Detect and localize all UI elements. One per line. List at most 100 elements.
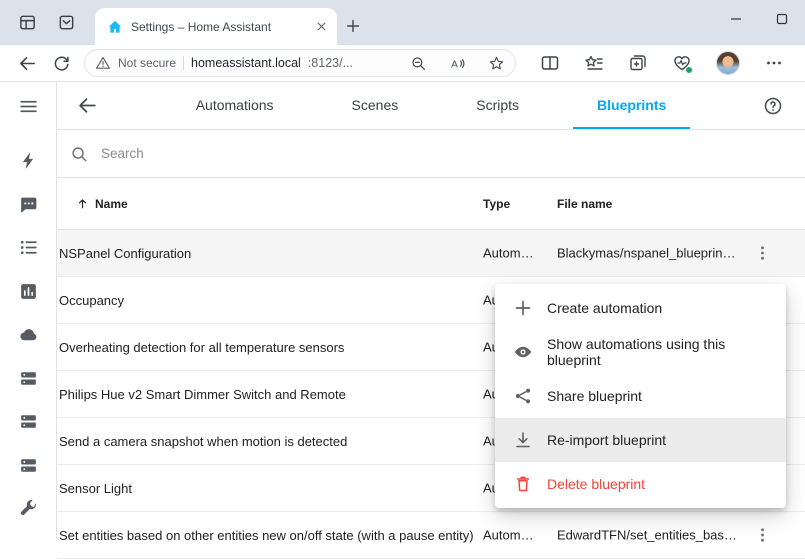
ha-back-icon[interactable] <box>77 95 98 116</box>
menu-item-create-automation[interactable]: Create automation <box>495 286 786 330</box>
table-header: Name Type File name <box>57 178 805 230</box>
sidebar-item-cloud[interactable] <box>18 313 39 357</box>
favorite-star-icon[interactable] <box>488 55 505 72</box>
security-label: Not secure <box>118 56 176 70</box>
sidebar-item-energy[interactable] <box>18 139 39 183</box>
chart-icon <box>18 281 39 302</box>
plus-icon <box>513 298 533 318</box>
row-type: Autom… <box>483 246 534 261</box>
download-icon <box>513 430 533 450</box>
row-file: Blackymas/nspanel_blueprin… <box>557 246 735 261</box>
wrench-icon <box>18 498 39 519</box>
help-icon[interactable] <box>763 96 783 116</box>
tab-automations[interactable]: Automations <box>172 82 298 129</box>
row-name: Send a camera snapshot when motion is de… <box>57 434 347 449</box>
row-overflow-menu-icon[interactable] <box>753 244 772 263</box>
row-type: Autom… <box>483 528 534 543</box>
menu-item-label: Re-import blueprint <box>547 432 666 448</box>
address-bar[interactable]: Not secure homeassistant.local:8123/... … <box>84 49 516 77</box>
tab-label: Blueprints <box>597 97 666 113</box>
menu-item-label: Show automations using this blueprint <box>547 336 774 368</box>
row-name: Set entities based on other entities new… <box>57 528 474 543</box>
window-controls <box>713 0 805 38</box>
table-row[interactable]: Set entities based on other entities new… <box>57 512 805 559</box>
menu-icon <box>18 96 39 117</box>
sidebar-item-developer-tools[interactable] <box>18 487 39 531</box>
tab-scenes[interactable]: Scenes <box>328 82 423 129</box>
menu-item-show-automations[interactable]: Show automations using this blueprint <box>495 330 786 374</box>
sidebar-item-history[interactable] <box>18 270 39 314</box>
more-icon[interactable] <box>764 53 784 73</box>
sort-ascending-icon <box>76 197 89 210</box>
hub-icon <box>18 455 39 476</box>
favorites-icon[interactable] <box>584 53 604 73</box>
back-button[interactable] <box>10 48 44 78</box>
tab-actions-icon[interactable] <box>57 13 76 32</box>
tab-blueprints[interactable]: Blueprints <box>573 82 690 129</box>
search-input[interactable] <box>101 146 805 161</box>
browser-titlebar: Settings – Home Assistant <box>0 0 805 45</box>
tab-label: Automations <box>196 97 274 113</box>
ha-tab-bar: Automations Scenes Scripts Blueprints <box>57 82 805 129</box>
refresh-button[interactable] <box>44 48 78 78</box>
screen: { "colors": { "accent": "#03a9f4", "dang… <box>0 0 805 540</box>
sidebar-item-logbook[interactable] <box>18 226 39 270</box>
menu-item-delete-blueprint[interactable]: Delete blueprint <box>495 462 786 506</box>
eye-icon <box>513 342 533 362</box>
split-screen-icon[interactable] <box>540 53 560 73</box>
hub-icon <box>18 411 39 432</box>
row-file: EdwardTFN/set_entities_bas… <box>557 528 737 543</box>
menu-item-label: Delete blueprint <box>547 476 645 492</box>
essentials-status-dot <box>685 66 693 74</box>
tab-close-icon[interactable] <box>314 19 329 34</box>
home-assistant-favicon <box>107 19 123 35</box>
chat-icon <box>18 194 39 215</box>
list-icon <box>18 237 39 258</box>
row-name: Overheating detection for all temperatur… <box>57 340 344 355</box>
trash-icon <box>513 474 533 494</box>
column-header-file[interactable]: File name <box>557 197 612 211</box>
svg-text:A: A <box>451 59 458 70</box>
menu-item-share-blueprint[interactable]: Share blueprint <box>495 374 786 418</box>
sidebar-item-hub-2[interactable] <box>18 400 39 444</box>
column-header-type[interactable]: Type <box>483 197 510 211</box>
profile-avatar[interactable] <box>716 51 740 75</box>
sidebar-item-hub-3[interactable] <box>18 444 39 488</box>
read-aloud-icon[interactable]: A <box>449 55 466 72</box>
tab-scripts[interactable]: Scripts <box>452 82 543 129</box>
tab-label: Scripts <box>476 97 519 113</box>
sidebar-item-hub-1[interactable] <box>18 357 39 401</box>
back-icon <box>18 54 37 73</box>
workspaces-icon[interactable] <box>18 13 37 32</box>
url-host: homeassistant.local <box>191 56 301 70</box>
minimize-icon <box>730 13 742 25</box>
row-name: NSPanel Configuration <box>57 246 191 261</box>
browser-toolbar-icons <box>540 51 784 75</box>
table-row[interactable]: NSPanel Configuration Autom… Blackymas/n… <box>57 230 805 277</box>
refresh-icon <box>52 54 71 73</box>
column-header-name[interactable]: Name <box>57 197 128 211</box>
sidebar-menu-button[interactable] <box>18 82 39 131</box>
tab-label: Scenes <box>352 97 399 113</box>
maximize-button[interactable] <box>759 0 805 38</box>
search-bar <box>57 130 805 178</box>
menu-item-label: Share blueprint <box>547 388 642 404</box>
browser-tab[interactable]: Settings – Home Assistant <box>95 8 337 45</box>
menu-item-reimport-blueprint[interactable]: Re-import blueprint <box>495 418 786 462</box>
lightning-icon <box>18 150 39 171</box>
row-name: Philips Hue v2 Smart Dimmer Switch and R… <box>57 387 346 402</box>
collections-icon[interactable] <box>628 53 648 73</box>
share-icon <box>513 386 533 406</box>
sidebar-item-assist[interactable] <box>18 183 39 227</box>
restore-icon <box>776 13 788 25</box>
row-name: Sensor Light <box>57 481 132 496</box>
hub-icon <box>18 368 39 389</box>
zoom-out-icon[interactable] <box>410 55 427 72</box>
tab-title: Settings – Home Assistant <box>131 20 306 34</box>
row-overflow-menu-icon[interactable] <box>753 526 772 545</box>
minimize-button[interactable] <box>713 0 759 38</box>
browser-essentials-button[interactable] <box>672 53 692 73</box>
browser-navbar: Not secure homeassistant.local:8123/... … <box>0 45 805 82</box>
new-tab-icon[interactable] <box>344 17 362 35</box>
address-bar-icons: A <box>410 55 505 72</box>
